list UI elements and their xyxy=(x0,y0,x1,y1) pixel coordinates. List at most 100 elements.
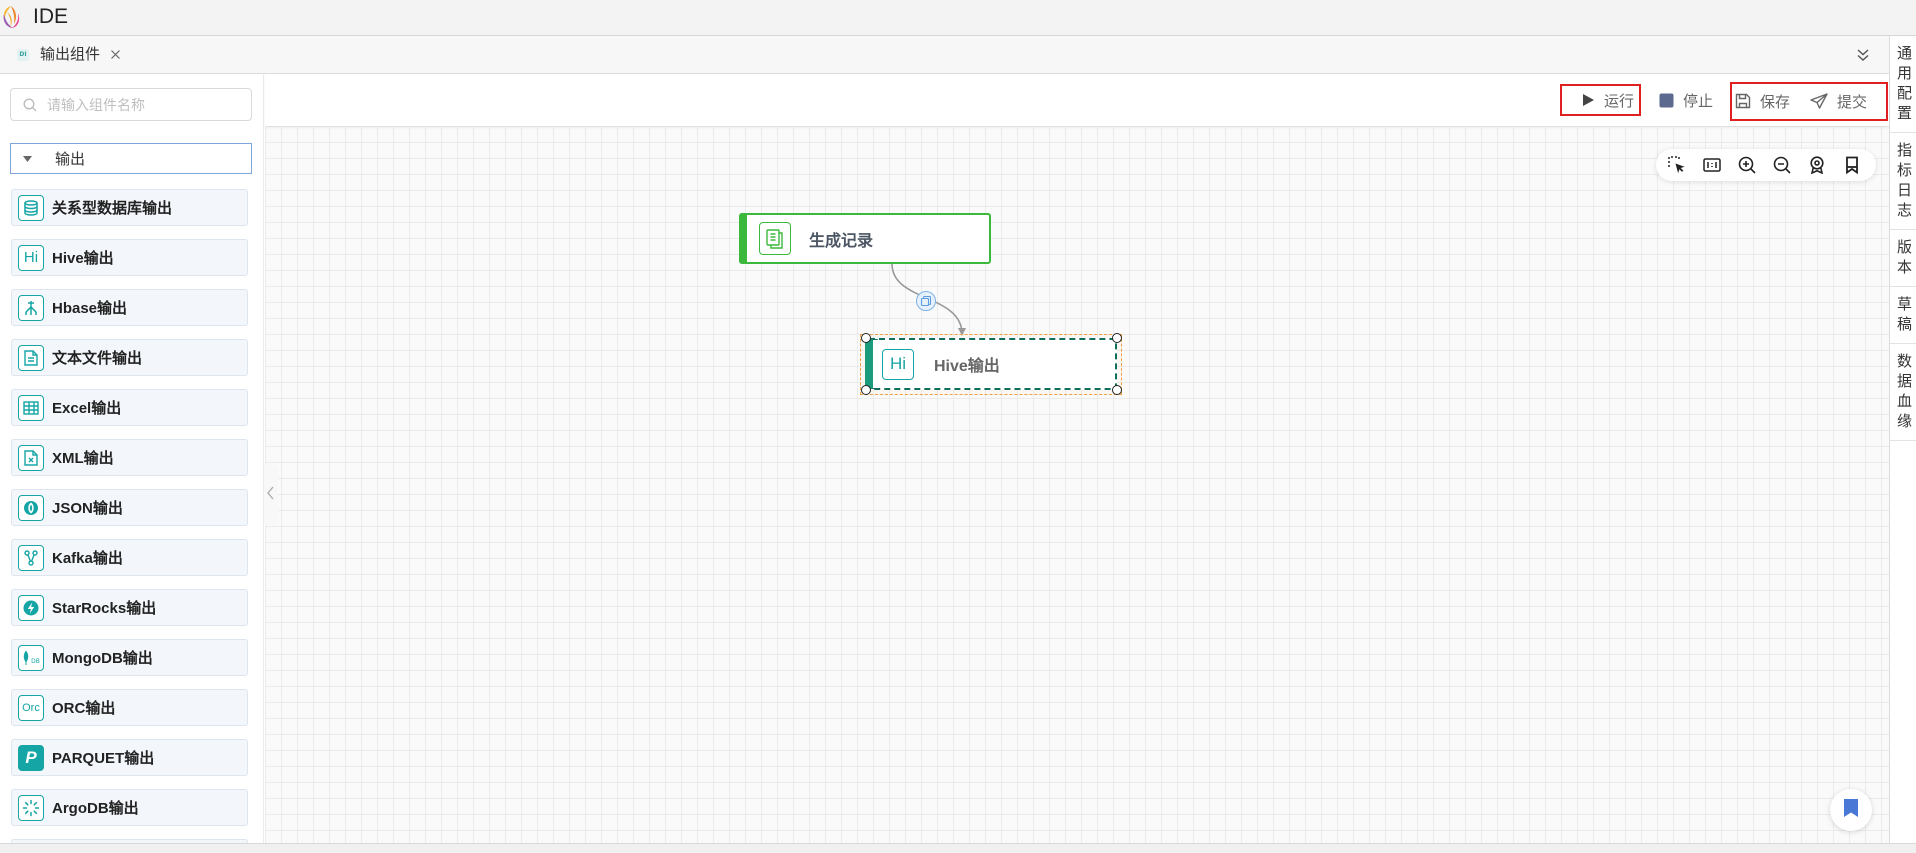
submit-label: 提交 xyxy=(1837,93,1868,111)
component-label: PARQUET输出 xyxy=(52,750,155,767)
component-item[interactable]: JSON输出 xyxy=(11,489,248,526)
fit-view-icon[interactable] xyxy=(1703,156,1721,174)
right-sidebar: 通用配置 指标日志 版本 草稿 数据血缘 xyxy=(1889,36,1916,843)
xml-file-icon xyxy=(18,444,44,471)
component-label: StarRocks输出 xyxy=(52,600,157,617)
tab-output-components[interactable]: DI 输出组件 xyxy=(10,36,128,73)
tab-bar: DI 输出组件 xyxy=(0,36,1889,74)
mongodb-icon-text: DB xyxy=(31,657,40,665)
save-icon xyxy=(1735,93,1751,109)
toolbar: 运行 停止 保存 提交 xyxy=(265,74,1889,126)
send-icon xyxy=(1810,93,1828,109)
flow-node-hive-output[interactable]: Hi Hive输出 xyxy=(865,338,1117,390)
category-output[interactable]: 输出 xyxy=(10,143,252,174)
save-label: 保存 xyxy=(1760,93,1791,111)
component-item[interactable]: Excel输出 xyxy=(11,389,248,426)
sidebar-item-label: 版本 xyxy=(1895,239,1912,279)
component-search[interactable] xyxy=(10,88,252,121)
component-item[interactable]: Hbase输出 xyxy=(11,289,248,326)
sidebar-item-draft[interactable]: 草稿 xyxy=(1890,287,1916,344)
app-logo-icon xyxy=(0,4,22,30)
category-label: 输出 xyxy=(55,151,86,168)
kafka-icon xyxy=(18,544,44,571)
app-title: IDE xyxy=(33,5,69,28)
collapse-panel-handle[interactable] xyxy=(264,465,278,525)
run-button[interactable]: 运行 xyxy=(1582,84,1634,116)
component-label: 文本文件输出 xyxy=(52,350,143,367)
title-bar: IDE xyxy=(0,0,1916,36)
sidebar-item-metrics-log[interactable]: 指标日志 xyxy=(1890,133,1916,230)
component-item[interactable]: ArgoDB输出 xyxy=(11,789,248,826)
sidebar-item-general-config[interactable]: 通用配置 xyxy=(1890,36,1916,133)
zoom-out-icon[interactable] xyxy=(1773,156,1791,174)
component-list: 关系型数据库输出 Hi Hive输出 Hbase输出 文本文件输出 Excel输… xyxy=(11,189,248,843)
copy-icon[interactable] xyxy=(916,291,936,311)
mongodb-icon: DB xyxy=(18,644,44,671)
component-label: JSON输出 xyxy=(52,500,123,517)
node-label: Hive输出 xyxy=(934,358,1000,375)
canvas-tools xyxy=(1656,149,1876,181)
di-icon: DI xyxy=(17,48,29,61)
stop-button[interactable]: 停止 xyxy=(1659,84,1713,116)
flow-node-generate-records[interactable]: 生成记录 xyxy=(739,213,991,264)
search-icon xyxy=(23,98,37,112)
component-item[interactable]: XML输出 xyxy=(11,439,248,476)
json-icon xyxy=(18,494,44,521)
component-label: ArgoDB输出 xyxy=(52,800,139,817)
zoom-in-icon[interactable] xyxy=(1738,156,1756,174)
floating-bookmark-button[interactable] xyxy=(1830,789,1872,831)
component-item[interactable]: 文本文件输出 xyxy=(11,339,248,376)
play-icon xyxy=(1582,93,1595,107)
chevron-left-icon xyxy=(267,486,275,505)
component-item[interactable]: P PARQUET输出 xyxy=(11,739,248,776)
stop-icon xyxy=(1659,93,1674,108)
resize-handle[interactable] xyxy=(1112,333,1122,343)
component-item[interactable]: Orc ORC输出 xyxy=(11,689,248,726)
chevron-double-down-icon[interactable] xyxy=(1854,46,1872,64)
bookmark-icon xyxy=(1842,798,1860,823)
component-label: Kafka输出 xyxy=(52,550,123,567)
tab-label: 输出组件 xyxy=(40,45,101,63)
box-select-icon[interactable] xyxy=(1668,156,1686,174)
orc-icon: Orc xyxy=(18,694,44,721)
starrocks-icon xyxy=(18,594,44,621)
component-item[interactable]: 关系型数据库输出 xyxy=(11,189,248,226)
edge-layer xyxy=(891,263,966,336)
status-strip xyxy=(0,843,1916,853)
component-label: Hbase输出 xyxy=(52,300,128,317)
search-input[interactable] xyxy=(47,96,237,113)
submit-button[interactable]: 提交 xyxy=(1810,85,1867,117)
component-label: MongoDB输出 xyxy=(52,650,153,667)
resize-handle[interactable] xyxy=(1112,385,1122,395)
component-item[interactable]: StarRocks输出 xyxy=(11,589,248,626)
sidebar-item-data-lineage[interactable]: 数据血缘 xyxy=(1890,344,1916,441)
component-label: ORC输出 xyxy=(52,700,116,717)
component-label: Excel输出 xyxy=(52,400,122,417)
hbase-icon xyxy=(18,294,44,321)
close-icon[interactable] xyxy=(109,49,121,61)
flow-canvas[interactable]: 生成记录 Hi Hive输出 xyxy=(265,126,1889,843)
component-item[interactable]: DB MongoDB输出 xyxy=(11,639,248,676)
sidebar-item-label: 数据血缘 xyxy=(1895,353,1912,433)
text-file-icon xyxy=(18,344,44,371)
argodb-icon xyxy=(18,794,44,821)
sidebar-item-version[interactable]: 版本 xyxy=(1890,230,1916,287)
resize-handle[interactable] xyxy=(861,385,871,395)
run-label: 运行 xyxy=(1604,92,1635,110)
component-item[interactable]: Hi Hive输出 xyxy=(11,239,248,276)
component-label: Hive输出 xyxy=(52,250,114,267)
sidebar-item-label: 指标日志 xyxy=(1895,142,1912,222)
component-item[interactable]: Kafka输出 xyxy=(11,539,248,576)
resize-handle[interactable] xyxy=(861,333,871,343)
locate-icon[interactable] xyxy=(1808,156,1826,174)
component-panel: 输出 关系型数据库输出 Hi Hive输出 Hbase输出 文本文件输出 xyxy=(0,74,264,843)
parquet-icon: P xyxy=(18,744,44,771)
sidebar-item-label: 草稿 xyxy=(1895,296,1912,336)
caret-down-icon[interactable] xyxy=(23,155,32,162)
hive-icon: Hi xyxy=(18,244,44,271)
hive-icon: Hi xyxy=(882,348,914,380)
save-button[interactable]: 保存 xyxy=(1735,85,1790,117)
document-icon xyxy=(759,222,791,255)
bookmark-icon[interactable] xyxy=(1843,156,1861,174)
stop-label: 停止 xyxy=(1683,92,1714,110)
